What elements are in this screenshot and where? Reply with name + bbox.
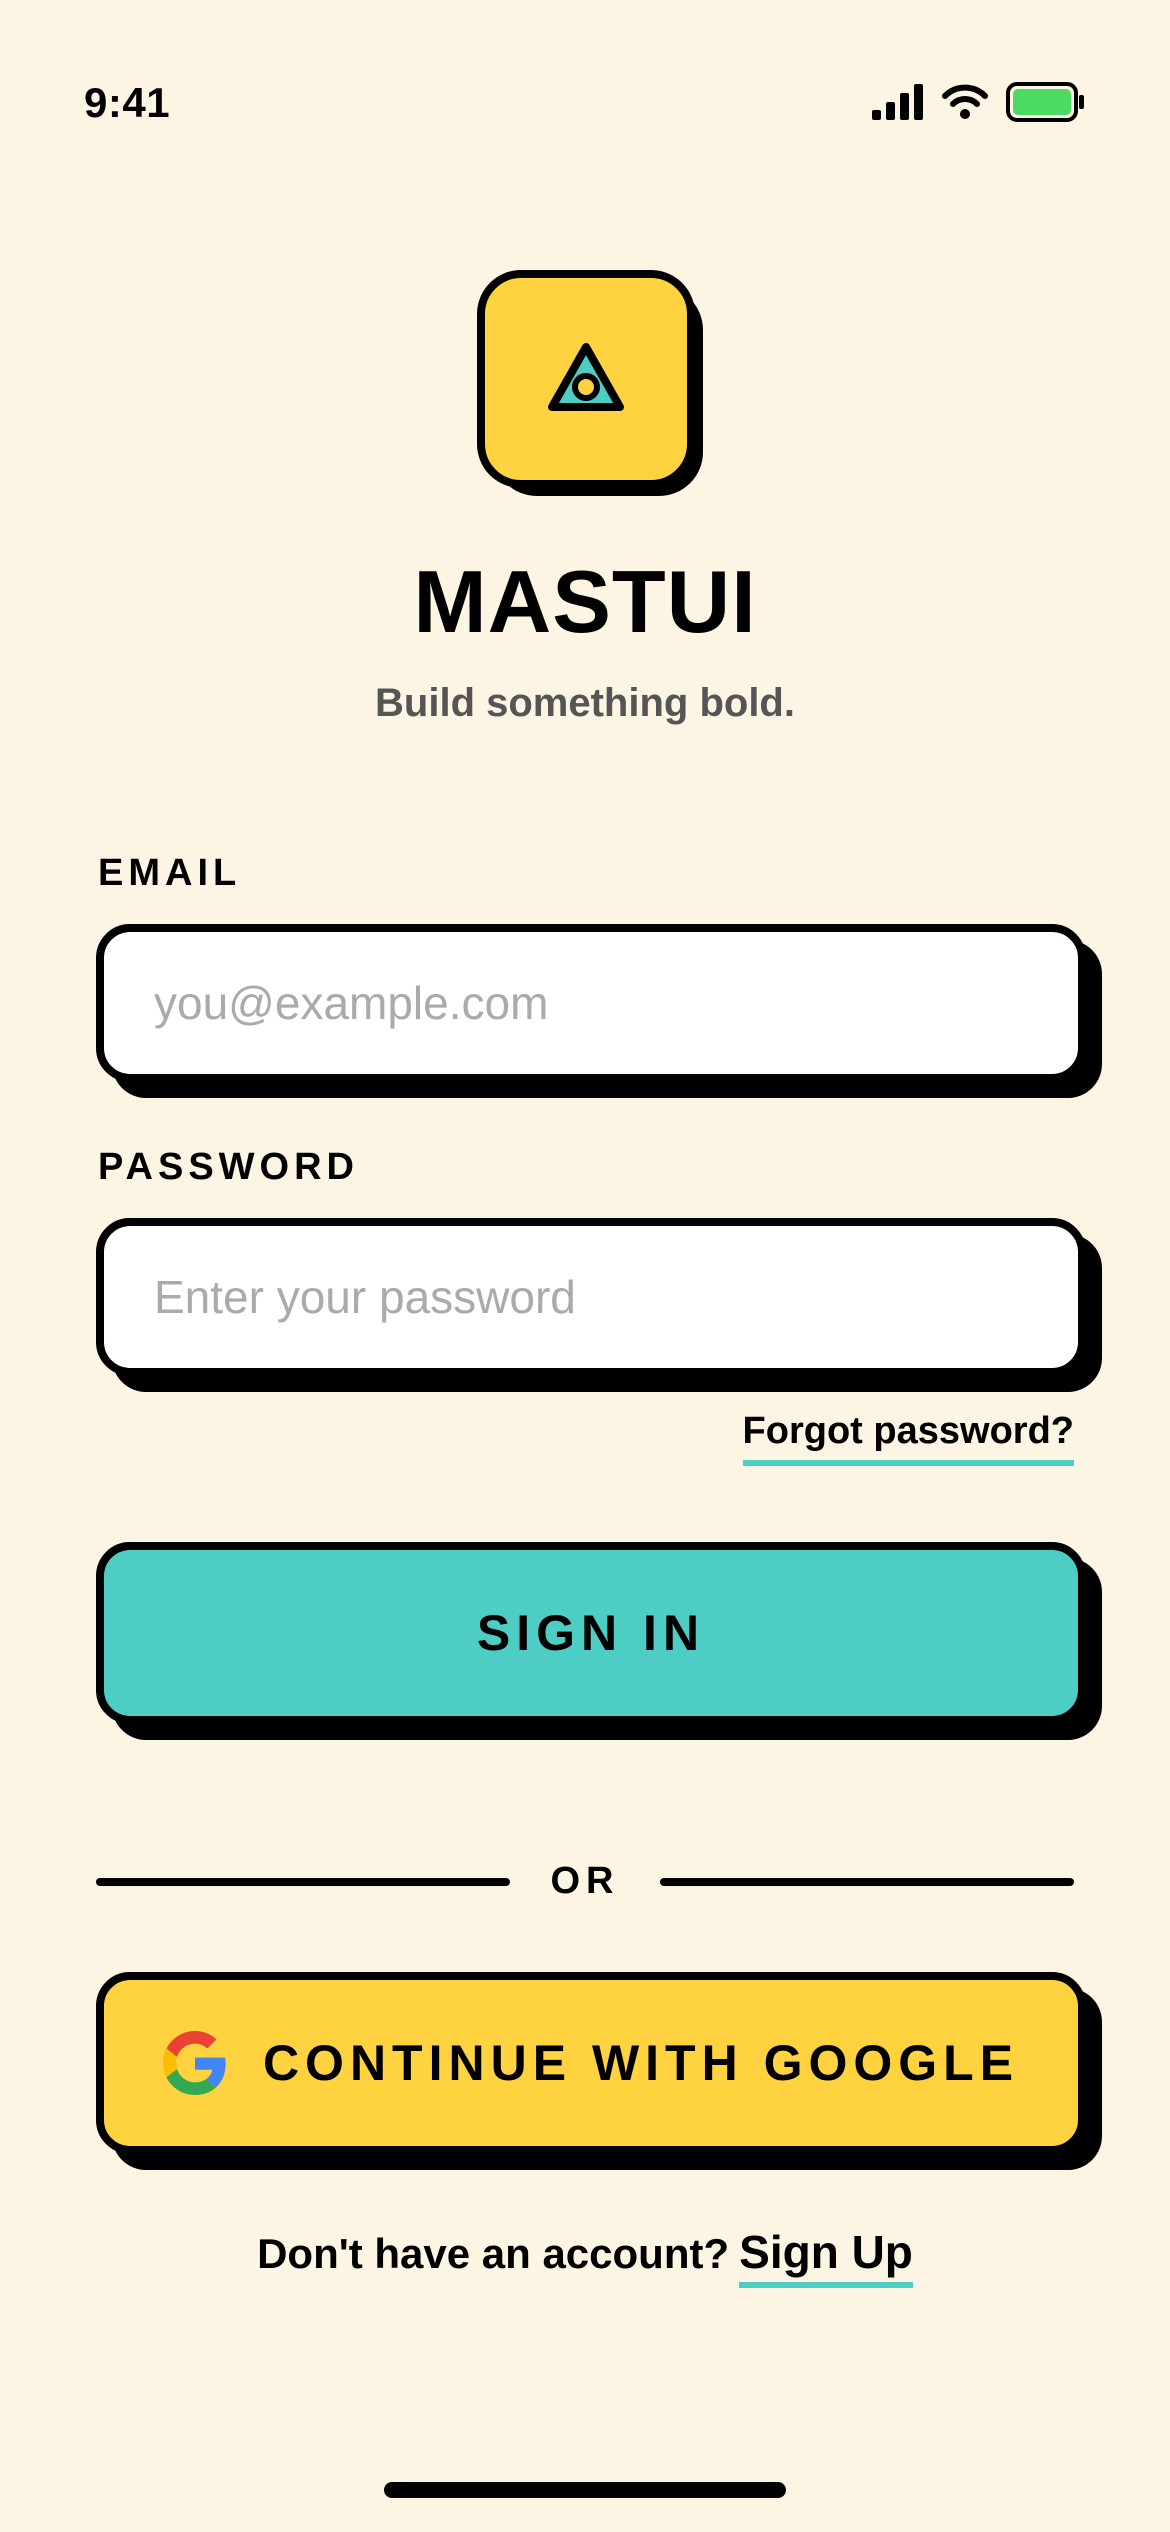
continue-with-google-button[interactable]: CONTINUE WITH GOOGLE (96, 1972, 1102, 2170)
sign-in-label: SIGN IN (476, 1605, 706, 1661)
logo-tile (477, 270, 695, 488)
google-icon (162, 2031, 227, 2095)
password-field[interactable] (104, 1226, 1078, 1368)
password-field-wrapper (96, 1218, 1102, 1392)
forgot-password-link[interactable]: Forgot password? (742, 1408, 1074, 1466)
status-time: 9:41 (84, 79, 171, 126)
sign-up-link[interactable]: Sign Up (739, 2226, 913, 2288)
email-field-wrapper (96, 924, 1102, 1098)
signup-prompt: Don't have an account? (257, 2230, 730, 2277)
status-icons (872, 82, 1086, 127)
sign-in-button[interactable]: SIGN IN (96, 1542, 1102, 1740)
battery-icon (1006, 82, 1086, 127)
signup-row: Don't have an account? Sign Up (0, 2226, 1170, 2288)
password-field-box (96, 1218, 1086, 1376)
app-logo (477, 270, 703, 496)
email-label: EMAIL (98, 852, 242, 894)
email-field-box (96, 924, 1086, 1082)
signal-icon (872, 84, 924, 125)
google-button-face[interactable]: CONTINUE WITH GOOGLE (96, 1972, 1086, 2154)
login-screen: 9:41 MASTUI Build something bold. EMAIL … (0, 0, 1170, 2532)
email-field[interactable] (104, 932, 1078, 1074)
password-label: PASSWORD (98, 1146, 359, 1188)
wifi-icon (942, 84, 988, 125)
divider-line-right (660, 1878, 1074, 1886)
triangle-eye-icon (546, 341, 626, 418)
google-button-label: CONTINUE WITH GOOGLE (262, 2035, 1020, 2091)
sign-in-button-face[interactable]: SIGN IN (96, 1542, 1086, 1724)
app-tagline: Build something bold. (375, 681, 795, 725)
app-title: MASTUI (413, 552, 757, 651)
home-indicator[interactable] (384, 2482, 786, 2498)
